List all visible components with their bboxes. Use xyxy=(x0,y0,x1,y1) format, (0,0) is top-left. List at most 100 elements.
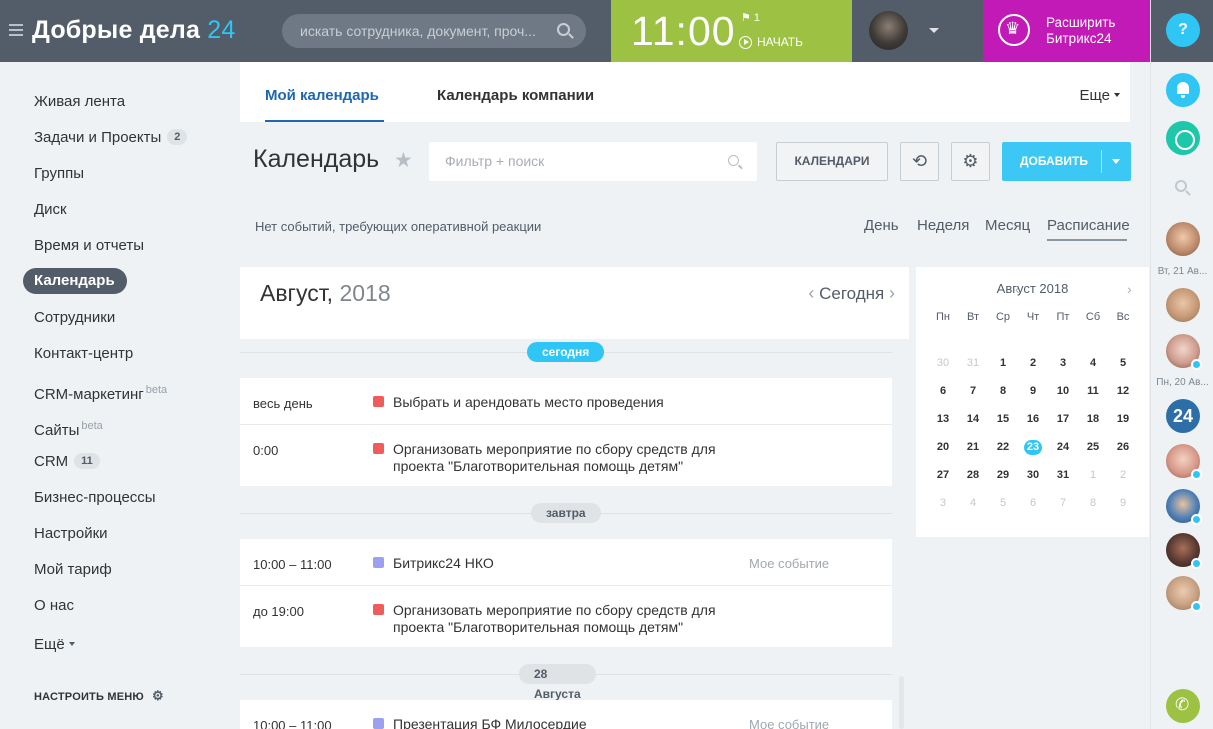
view-day[interactable]: День xyxy=(864,217,899,234)
calendar-day[interactable]: 2 xyxy=(1108,461,1138,489)
tab-company-calendar[interactable]: Календарь компании xyxy=(437,87,594,104)
sidebar-item-business-processes[interactable]: Бизнес-процессы xyxy=(34,486,156,510)
chevron-right-icon[interactable]: › xyxy=(1127,281,1132,297)
sidebar-item-sites[interactable]: Сайты beta xyxy=(34,414,103,439)
portal-logo[interactable]: Добрые дела 24 xyxy=(32,16,235,45)
add-button[interactable]: ДОБАВИТЬ xyxy=(1002,142,1131,181)
calendar-day[interactable]: 8 xyxy=(1078,489,1108,517)
star-icon[interactable]: ★ xyxy=(394,148,413,173)
event-title[interactable]: Выбрать и арендовать место проведения xyxy=(393,394,753,411)
calendar-day[interactable]: 6 xyxy=(928,377,958,405)
calendar-day[interactable]: 30 xyxy=(928,349,958,377)
sidebar-item-groups[interactable]: Группы xyxy=(34,162,84,186)
sidebar-item-settings[interactable]: Настройки xyxy=(34,522,108,546)
search-input[interactable]: искать сотрудника, документ, проч... xyxy=(282,14,586,48)
calendar-day[interactable]: 15 xyxy=(988,405,1018,433)
contact-avatar[interactable] xyxy=(1166,288,1200,322)
search-icon[interactable] xyxy=(557,23,570,36)
event-title-line2[interactable]: проекта "Благотворительная помощь детям" xyxy=(393,458,753,475)
sidebar-item-more[interactable]: Ещё xyxy=(34,633,75,657)
contact-avatar[interactable] xyxy=(1166,576,1202,612)
calendar-day[interactable]: 7 xyxy=(958,377,988,405)
event-title[interactable]: Организовать мероприятие по сбору средст… xyxy=(393,441,753,458)
tab-more[interactable]: Еще xyxy=(1079,87,1120,104)
calendar-day[interactable]: 10 xyxy=(1048,377,1078,405)
event-title[interactable]: Организовать мероприятие по сбору средст… xyxy=(393,602,753,619)
chevron-right-icon[interactable]: › xyxy=(889,283,895,303)
calendar-day[interactable]: 9 xyxy=(1018,377,1048,405)
sidebar-item-feed[interactable]: Живая лента xyxy=(34,90,125,114)
calendar-day[interactable]: 3 xyxy=(1048,349,1078,377)
event-title-line2[interactable]: проекта "Благотворительная помощь детям" xyxy=(393,619,753,636)
chevron-down-icon[interactable] xyxy=(929,28,939,33)
calendar-day[interactable]: 1 xyxy=(1078,461,1108,489)
sidebar-item-time-reports[interactable]: Время и отчеты xyxy=(34,234,144,258)
sidebar-item-calendar[interactable]: Календарь xyxy=(34,269,115,293)
search-icon[interactable] xyxy=(1175,180,1187,192)
event-row[interactable]: 10:00 – 11:00 Битрикс24 НКО Мое событие xyxy=(240,539,892,586)
calendar-day[interactable]: 7 xyxy=(1048,489,1078,517)
work-time-widget[interactable]: 11:00 ⚑ 1 НАЧАТЬ xyxy=(611,0,852,62)
chevron-down-icon[interactable] xyxy=(1112,159,1120,164)
calendar-day[interactable]: 8 xyxy=(988,377,1018,405)
calendar-day[interactable]: 27 xyxy=(928,461,958,489)
calendar-day[interactable]: 30 xyxy=(1018,461,1048,489)
sidebar-item-tasks[interactable]: Задачи и Проекты 2 xyxy=(34,126,188,150)
calendar-day[interactable]: 24 xyxy=(1048,433,1078,461)
calendar-day[interactable]: 2 xyxy=(1018,349,1048,377)
sidebar-item-crm[interactable]: CRM 11 xyxy=(34,450,100,474)
calendar-day[interactable]: 12 xyxy=(1108,377,1138,405)
calendar-day[interactable]: 11 xyxy=(1078,377,1108,405)
event-row[interactable]: до 19:00 Организовать мероприятие по сбо… xyxy=(240,586,892,647)
calendar-day[interactable]: 5 xyxy=(1108,349,1138,377)
tab-my-calendar[interactable]: Мой календарь xyxy=(265,87,379,104)
contact-avatar[interactable] xyxy=(1166,533,1202,569)
chevron-left-icon[interactable]: ‹ xyxy=(808,283,814,303)
contact-avatar[interactable] xyxy=(1166,222,1200,256)
calendar-day[interactable]: 29 xyxy=(988,461,1018,489)
calendar-day[interactable]: 20 xyxy=(928,433,958,461)
search-icon[interactable] xyxy=(728,155,739,166)
gear-icon[interactable]: ⚙ xyxy=(951,142,990,181)
filter-search-input[interactable]: Фильтр + поиск xyxy=(429,142,757,181)
today-button[interactable]: Сегодня xyxy=(819,284,884,303)
calendar-day[interactable]: 25 xyxy=(1078,433,1108,461)
calendar-day[interactable]: 4 xyxy=(1078,349,1108,377)
calendar-day[interactable]: 31 xyxy=(1048,461,1078,489)
sidebar-item-employees[interactable]: Сотрудники xyxy=(34,306,115,330)
calendar-day[interactable]: 28 xyxy=(958,461,988,489)
sync-icon[interactable]: ⟲ xyxy=(900,142,939,181)
flag-counter[interactable]: ⚑ 1 xyxy=(741,11,760,24)
calendar-day[interactable]: 31 xyxy=(958,349,988,377)
phone-icon[interactable] xyxy=(1166,689,1200,723)
view-month[interactable]: Месяц xyxy=(985,217,1030,234)
event-row[interactable]: 0:00 Организовать мероприятие по сбору с… xyxy=(240,425,892,486)
configure-menu-button[interactable]: НАСТРОИТЬ МЕНЮ ⚙ xyxy=(34,688,164,704)
calendar-day[interactable]: 14 xyxy=(958,405,988,433)
upgrade-button[interactable]: Расширить Битрикс24 xyxy=(983,0,1150,62)
sidebar-item-tariff[interactable]: Мой тариф xyxy=(34,558,112,582)
sidebar-item-about[interactable]: О нас xyxy=(34,594,74,618)
bitrix24-avatar[interactable]: 24 xyxy=(1166,399,1200,433)
view-week[interactable]: Неделя xyxy=(917,217,969,234)
bell-icon[interactable] xyxy=(1166,73,1200,107)
scrollbar[interactable] xyxy=(899,676,904,729)
calendar-day[interactable]: 16 xyxy=(1018,405,1048,433)
calendar-day[interactable]: 26 xyxy=(1108,433,1138,461)
calendar-day[interactable]: 3 xyxy=(928,489,958,517)
sidebar-item-disk[interactable]: Диск xyxy=(34,198,67,222)
calendar-day[interactable]: 13 xyxy=(928,405,958,433)
calendar-day[interactable]: 5 xyxy=(988,489,1018,517)
event-title[interactable]: Презентация БФ Милосердие xyxy=(393,716,753,729)
calendar-day[interactable]: 6 xyxy=(1018,489,1048,517)
calendar-day[interactable]: 1 xyxy=(988,349,1018,377)
contact-avatar[interactable] xyxy=(1166,334,1202,370)
calendar-day[interactable]: 19 xyxy=(1108,405,1138,433)
contact-avatar[interactable] xyxy=(1166,489,1202,525)
calendar-day[interactable]: 17 xyxy=(1048,405,1078,433)
start-workday-button[interactable]: НАЧАТЬ xyxy=(739,35,803,49)
sidebar-item-crm-marketing[interactable]: CRM-маркетинг beta xyxy=(34,378,167,403)
contact-avatar[interactable] xyxy=(1166,444,1202,480)
calendar-day[interactable]: 9 xyxy=(1108,489,1138,517)
help-button[interactable]: ? xyxy=(1166,13,1200,47)
